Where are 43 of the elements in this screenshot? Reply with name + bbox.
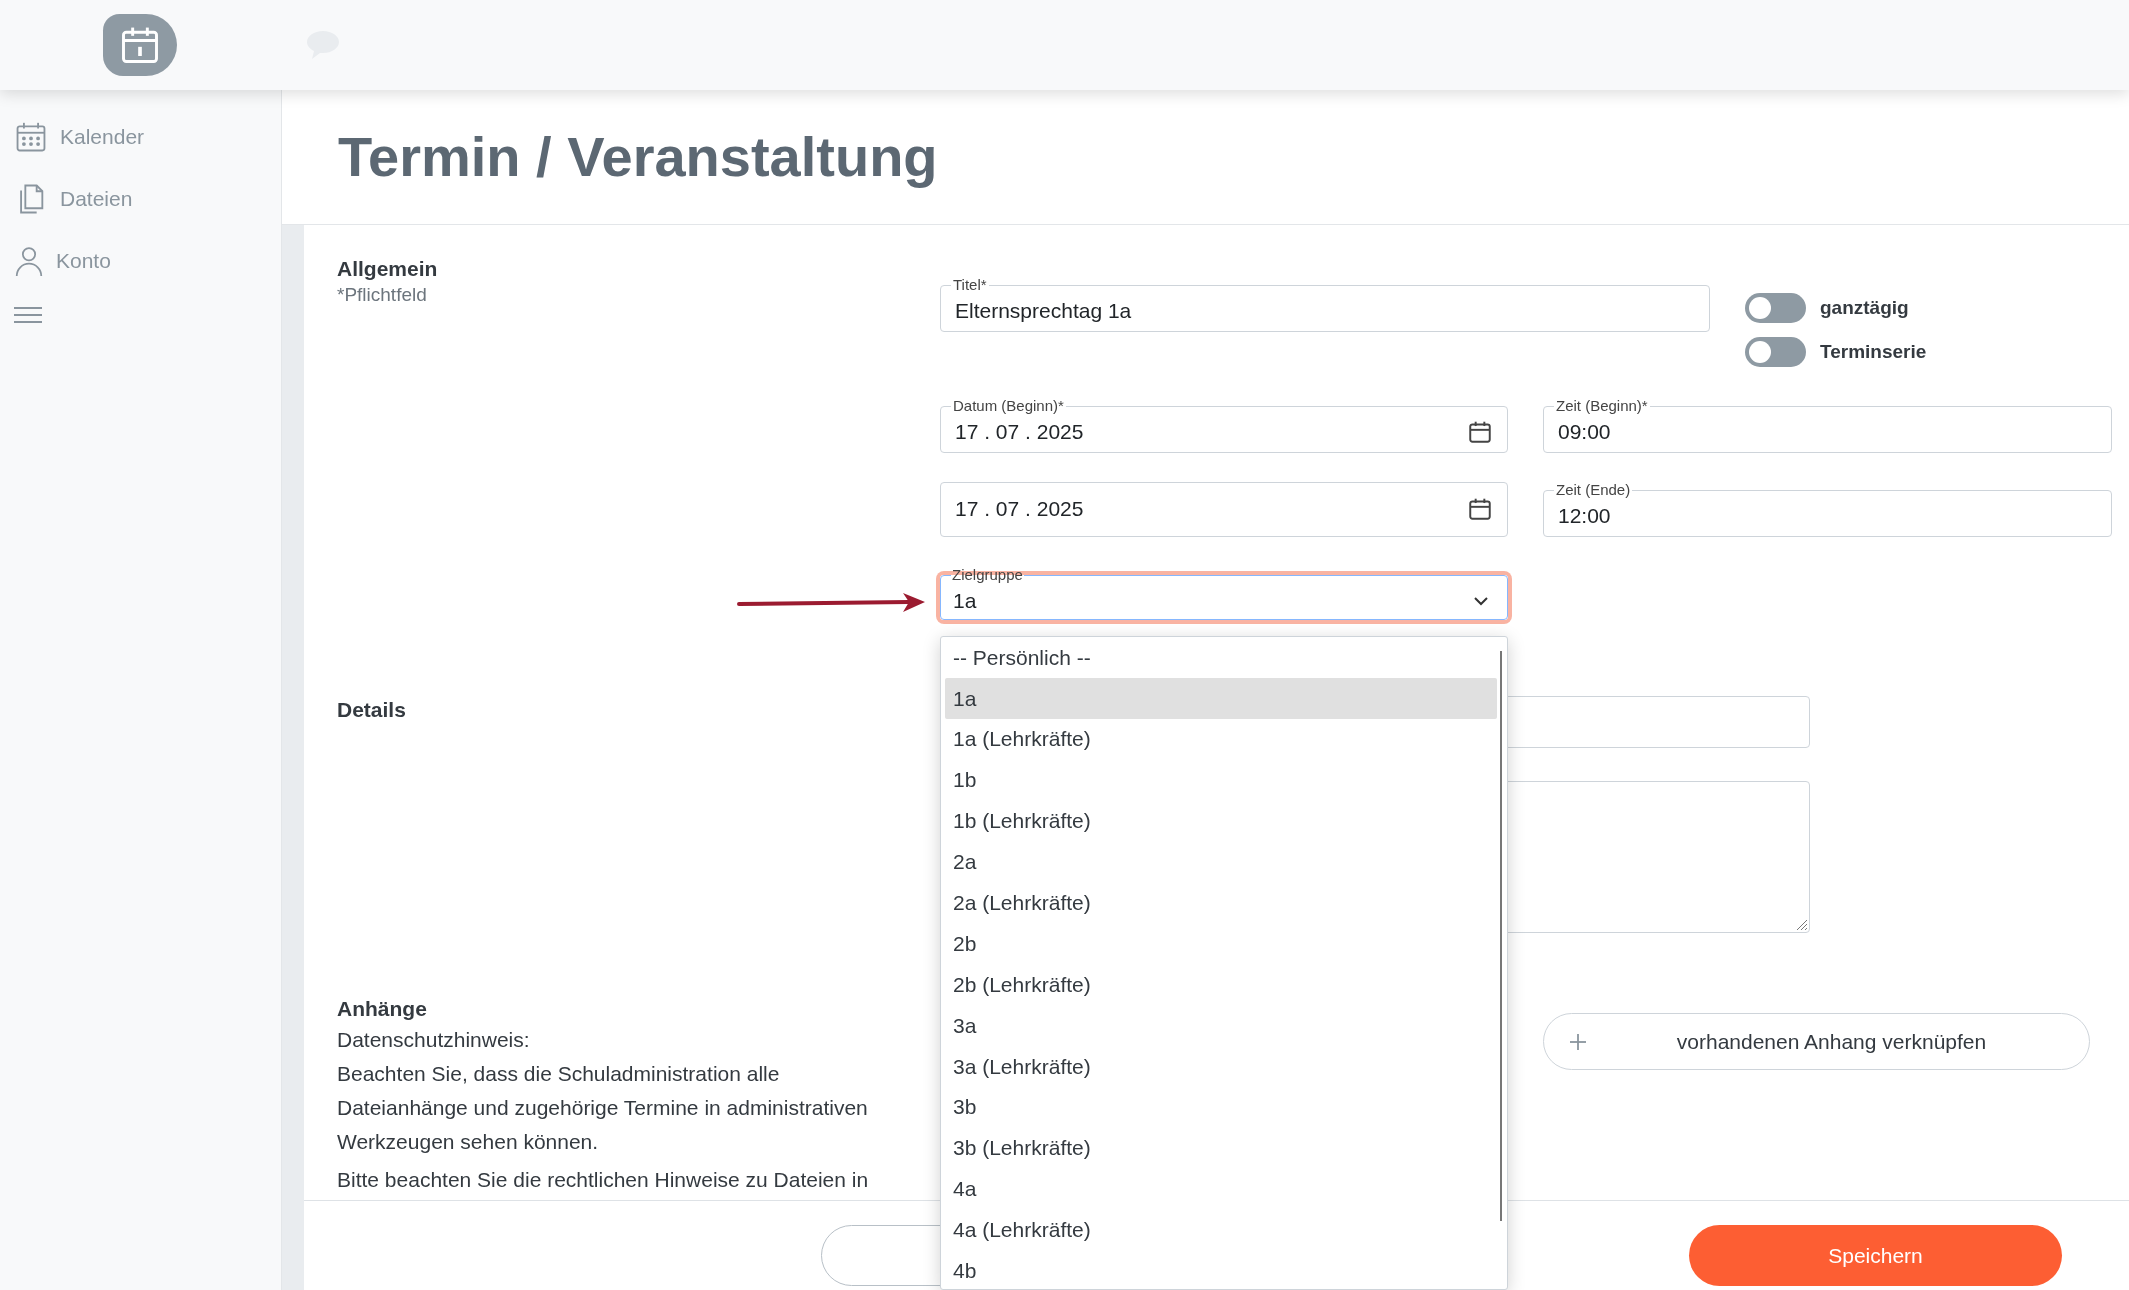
paragraph: Bitte beachten Sie die rechtlichen Hinweise zu Dateien in xyxy=(337,1167,870,1193)
input-field[interactable]: Zeit (Ende) 12:00 xyxy=(1543,482,2112,537)
scrollbar[interactable] xyxy=(1500,651,1502,1221)
dropdown-option[interactable]: 1b xyxy=(945,759,1497,801)
dropdown-option[interactable]: 1b (Lehrkräfte) xyxy=(945,800,1497,842)
link-attachment-button[interactable]: vorhandenen Anhang verknüpfen xyxy=(1543,1013,2090,1070)
section-heading: Details xyxy=(337,697,407,723)
app-logo[interactable] xyxy=(103,14,177,76)
dropdown-option[interactable]: 2a (Lehrkräfte) xyxy=(945,882,1497,924)
dropdown-option[interactable]: 3b (Lehrkräfte) xyxy=(945,1127,1497,1169)
chevron-down-icon xyxy=(1473,596,1489,606)
toggle-label: Terminserie xyxy=(1820,339,1927,364)
input-field[interactable]: Zeit (Beginn)* 09:00 xyxy=(1543,398,2112,453)
calendar-icon xyxy=(14,120,48,154)
required-note: *Pflichtfeld xyxy=(337,283,428,307)
toggle-switch[interactable] xyxy=(1745,293,1806,323)
dropdown-option[interactable]: 4a xyxy=(945,1168,1497,1210)
resize-grip-icon[interactable] xyxy=(1794,917,1808,931)
input-field[interactable]: Datum (Beginn)* 17 . 07 . 2025 xyxy=(940,398,1508,453)
plus-icon xyxy=(1569,1032,1587,1051)
toggle-label: ganztägig xyxy=(1820,295,1909,320)
dropdown-option[interactable]: 3b xyxy=(945,1086,1497,1128)
paragraph: Beachten Sie, dass die Schuladministration alle Dateianhänge und zugehörige Termine in administrativen Werkzeugen sehen können. xyxy=(337,1061,869,1155)
dropdown-option[interactable]: 2b xyxy=(945,923,1497,965)
input-field[interactable]: 17 . 07 . 2025 xyxy=(940,482,1508,537)
dropdown-option[interactable]: 3a xyxy=(945,1005,1497,1046)
menu-icon[interactable] xyxy=(14,306,42,324)
dropdown-option[interactable]: 1a xyxy=(945,677,1497,719)
user-icon xyxy=(14,244,44,278)
paragraph: Datenschutzhinweis: xyxy=(337,1027,531,1053)
dropdown-option[interactable]: 4a (Lehrkräfte) xyxy=(945,1209,1497,1251)
section-heading: Anhänge xyxy=(337,996,428,1022)
dropdown-option[interactable]: 3a (Lehrkräfte) xyxy=(945,1045,1497,1087)
dropdown-option[interactable]: 2b (Lehrkräfte) xyxy=(945,964,1497,1005)
dropdown-option[interactable]: 4b xyxy=(945,1250,1497,1289)
dropdown-option[interactable]: -- Persönlich -- xyxy=(945,637,1497,678)
dropdown-option[interactable]: 1a (Lehrkräfte) xyxy=(945,718,1497,760)
calendar-icon[interactable] xyxy=(1467,496,1493,522)
toggle-switch[interactable] xyxy=(1745,337,1806,367)
calendar-icon[interactable] xyxy=(1467,419,1493,445)
dropdown-option[interactable]: 2a xyxy=(945,841,1497,883)
section-heading: Allgemein xyxy=(337,256,439,282)
input-field[interactable]: Titel* Elternsprechtag 1a xyxy=(940,277,1710,332)
